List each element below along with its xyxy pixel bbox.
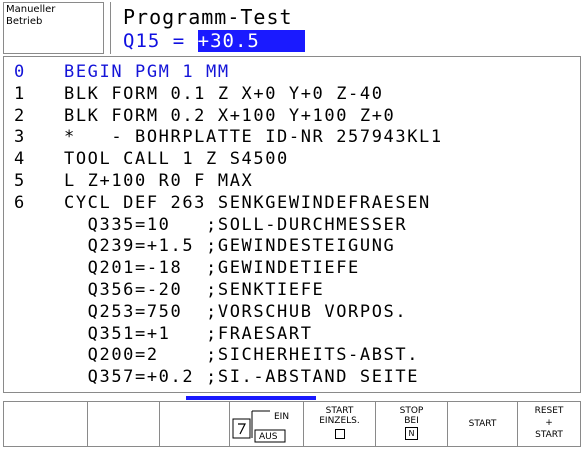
reset-line-1: RESET [534, 406, 564, 416]
line-code: CYCL DEF 263 SENKGEWINDEFRAESEN [64, 192, 431, 213]
q-parameter-name: Q15 = [123, 30, 186, 52]
softkey-bar: EIN AUS START EINZELS. STOP BEI N START … [3, 401, 581, 447]
mode-line-2: Betrieb [6, 16, 43, 27]
page-title: Programm-Test [123, 5, 293, 29]
line-number: 1 [14, 83, 26, 104]
block-n-icon: N [405, 427, 418, 440]
q-parameter-value[interactable]: +30.5 [197, 30, 305, 52]
softkey-ein-aus[interactable]: EIN AUS [230, 402, 304, 446]
softkey-empty-1[interactable] [4, 402, 88, 446]
operating-mode: Manueller Betrieb [0, 2, 105, 54]
line-number: 4 [14, 149, 26, 170]
line-code: Q200=2 ;SICHERHEITS-ABST. [64, 345, 420, 366]
softkey-level-indicator [186, 396, 316, 400]
softkey-start-einzels[interactable]: START EINZELS. [304, 402, 376, 446]
mode-line-1: Manueller [6, 4, 56, 15]
ein-aus-icon: EIN AUS [232, 410, 289, 443]
softkey-empty-2[interactable] [88, 402, 160, 446]
line-number: 0 [14, 62, 26, 82]
line-number: 6 [14, 192, 26, 213]
start-einzels-line-1: START [325, 406, 354, 416]
line-code: * - BOHRPLATTE ID-NR 257943KL1 [64, 127, 443, 148]
single-block-icon [335, 429, 345, 439]
softkey-start[interactable]: START [448, 402, 518, 446]
aus-label: AUS [259, 432, 278, 442]
header-panel: Programm-Test Q15 = +30.5 [110, 2, 584, 54]
line-code: Q253=750 ;VORSCHUB VORPOS. [64, 301, 408, 322]
line-number: 5 [14, 171, 26, 191]
softkey-empty-3[interactable] [160, 402, 230, 446]
reset-line-2: + [545, 418, 553, 428]
line-code: Q356=-20 ;SENKTIEFE [64, 280, 325, 300]
line-code: TOOL CALL 1 Z S4500 [64, 149, 289, 170]
line-code: Q239=+1.5 ;GEWINDESTEIGUNG [64, 236, 396, 257]
stop-bei-line-1: STOP [399, 406, 424, 416]
softkey-reset-start[interactable]: RESET + START [518, 402, 580, 446]
line-code: Q201=-18 ;GEWINDETIEFE [64, 258, 360, 279]
line-code: BLK FORM 0.2 X+100 Y+100 Z+0 [64, 105, 396, 126]
tnc-screen: Manueller Betrieb Programm-Test Q15 = +3… [0, 0, 584, 449]
start-label: START [468, 419, 497, 429]
line-code: L Z+100 R0 F MAX [64, 171, 254, 191]
line-number: 2 [14, 105, 26, 126]
line-code: BEGIN PGM 1 MM [64, 62, 230, 82]
line-number: 3 [14, 127, 26, 148]
line-code: Q357=+0.2 ;SI.-ABSTAND SEITE [64, 367, 420, 388]
program-listing[interactable]: 0 BEGIN PGM 1 MM 1 BLK FORM 0.1 Z X+0 Y+0 Z… [3, 56, 581, 393]
ein-label: EIN [274, 412, 289, 422]
line-code: Q335=10 ;SOLL-DURCHMESSER [64, 214, 408, 235]
start-einzels-line-2: EINZELS. [319, 416, 360, 426]
line-code: BLK FORM 0.1 Z X+0 Y+0 Z-40 [64, 83, 384, 104]
q-parameter-display[interactable]: Q15 = +30.5 [123, 30, 305, 52]
stop-bei-line-2: BEI [404, 416, 419, 426]
softkey-stop-bei[interactable]: STOP BEI N [376, 402, 448, 446]
line-code: Q351=+1 ;FRAESART [64, 323, 313, 344]
reset-line-3: START [535, 430, 563, 440]
